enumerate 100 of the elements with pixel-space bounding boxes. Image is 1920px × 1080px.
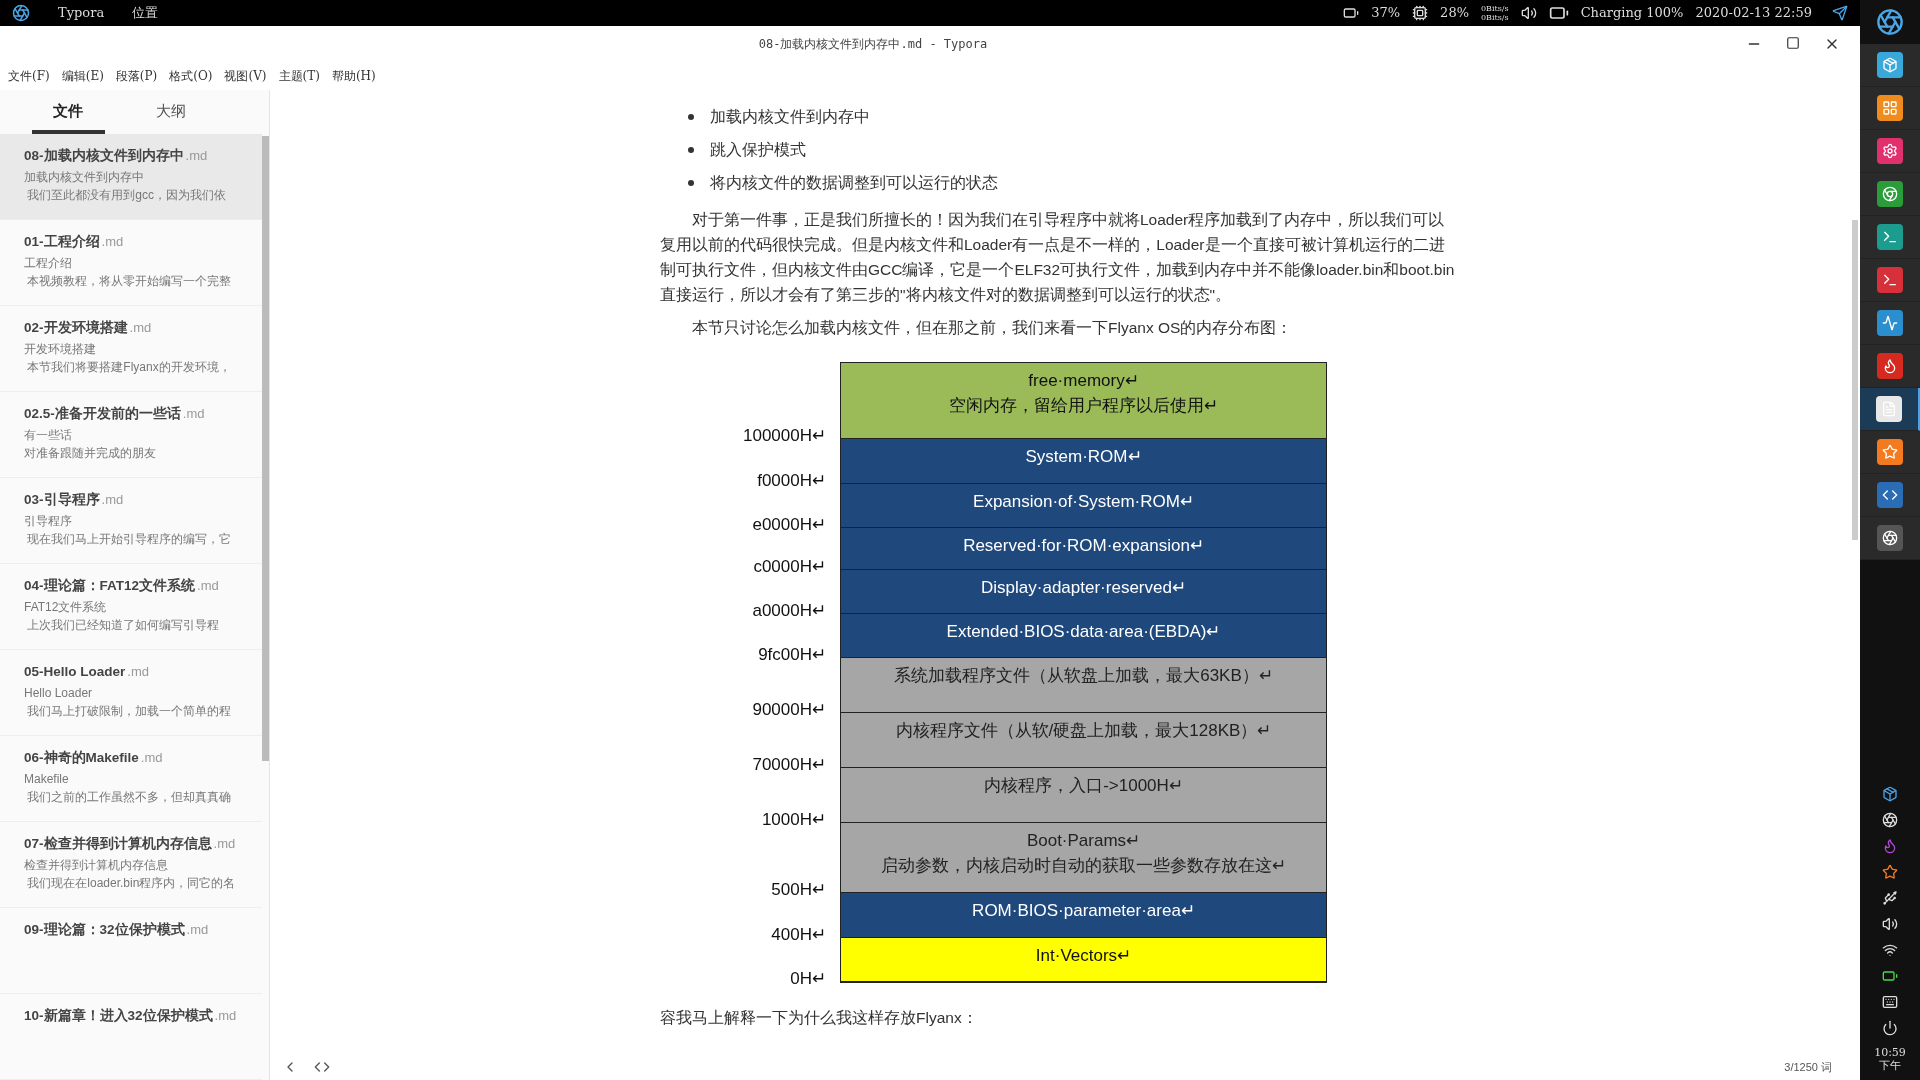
menu-item[interactable]: 编辑(E) [61, 67, 104, 85]
file-title: 06-神奇的Makefile [24, 749, 139, 767]
volume-icon[interactable] [1882, 916, 1898, 932]
dock-item[interactable] [1860, 44, 1920, 87]
file-title: 04-理论篇：FAT12文件系统 [24, 577, 196, 595]
block-label: Boot·Params↵ [1026, 830, 1141, 852]
dock-item[interactable] [1860, 517, 1920, 560]
cpu-percent: 28% [1440, 4, 1469, 23]
menu-item[interactable]: 帮助(H) [331, 67, 376, 85]
block-label: 空闲内存，留给用户程序以后使用↵ [949, 395, 1218, 417]
file-excerpt: 本节我们将要搭建Flyanx的开发环境， [26, 359, 232, 377]
terminal-icon [1877, 267, 1903, 293]
address-label: f0000H↵ [757, 470, 826, 492]
block-label: 内核程序文件（从软/硬盘上加载，最大128KB）↵ [895, 720, 1272, 742]
package-icon [1877, 52, 1903, 78]
scrollbar[interactable] [262, 136, 269, 761]
grid-icon [1877, 95, 1903, 121]
file-item[interactable]: 06-神奇的Makefile.md Makefile 我们之前的工作虽然不多，但却真真确 [0, 736, 262, 822]
file-excerpt: 上次我们已经知道了如何编写引导程 [26, 617, 221, 635]
file-extension: .md [101, 233, 124, 251]
file-title: 02-开发环境搭建 [24, 319, 128, 337]
block-label: 内核程序，入口->1000H↵ [984, 775, 1183, 797]
file-excerpt: 对准备跟随并完成的朋友 [24, 445, 157, 463]
dock-item[interactable] [1860, 431, 1920, 474]
aperture-icon [1877, 525, 1903, 551]
file-excerpt: 现在我们马上开始引导程序的编写，它 [26, 531, 233, 549]
file-extension: .md [140, 749, 163, 767]
app-name: Typora [58, 4, 105, 23]
wifi-icon[interactable] [1882, 942, 1898, 958]
file-excerpt: 本视频教程，将从零开始编写一个完整 [26, 273, 233, 291]
send-icon[interactable] [1832, 5, 1848, 21]
address-label: 400H↵ [771, 924, 826, 946]
launcher-icon[interactable] [1876, 8, 1904, 36]
block-label: Extended·BIOS·data·area·(EBDA)↵ [946, 621, 1221, 643]
file-title: 09-理论篇：32位保护模式 [24, 921, 185, 939]
list-item: 加载内核文件到内存中 [710, 107, 870, 127]
block-label: System·ROM↵ [1025, 446, 1142, 468]
menu-item[interactable]: 主题(T) [278, 67, 320, 85]
address-label: 70000H↵ [752, 754, 826, 776]
maximize-icon[interactable] [1786, 36, 1800, 50]
file-extension: .md [197, 577, 219, 595]
dock-item[interactable] [1860, 345, 1920, 388]
menu-item[interactable]: 文件(F) [8, 67, 50, 85]
tray-icon[interactable] [1882, 786, 1898, 802]
activity-icon [1877, 310, 1903, 336]
settings-icon [1877, 138, 1903, 164]
file-extension: .md [214, 1007, 237, 1025]
file-subtitle: 检查并得到计算机内存信息 [24, 857, 169, 875]
block-label: Expansion·of·System·ROM↵ [973, 491, 1194, 513]
file-item[interactable]: 09-理论篇：32位保护模式.md [0, 908, 262, 994]
file-item[interactable]: 07-检查并得到计算机内存信息.md 检查并得到计算机内存信息 我们现在在loader.bin程序内，同它的名 [0, 822, 262, 908]
source-code-icon[interactable] [314, 1059, 330, 1075]
flame-icon [1877, 353, 1903, 379]
menu-item[interactable]: 视图(V) [224, 67, 267, 85]
address-label: 1000H↵ [761, 809, 826, 831]
file-subtitle: 有一些话 [24, 427, 73, 445]
block-label: Reserved·for·ROM·expansion↵ [963, 535, 1204, 557]
block-label: 系统加载程序文件（从软盘上加载，最大63KB）↵ [894, 665, 1273, 687]
dock-item[interactable] [1860, 173, 1920, 216]
file-title: 07-检查并得到计算机内存信息 [24, 835, 212, 853]
upload-speed: 0Bits/s [1481, 4, 1509, 13]
memory-percent: 37% [1371, 4, 1401, 23]
address-label: 500H↵ [771, 879, 826, 901]
file-subtitle: 工程介绍 [24, 255, 73, 273]
scrollbar[interactable] [1852, 220, 1858, 540]
launcher-icon[interactable] [12, 4, 30, 22]
file-item[interactable]: 10-新篇章！进入32位保护模式.md [0, 994, 262, 1080]
file-subtitle: Makefile [24, 771, 70, 789]
block-label: 启动参数，内核启动时自动的获取一些参数存放在这↵ [881, 855, 1286, 877]
keyboard-icon[interactable] [1882, 994, 1898, 1010]
address-label: 90000H↵ [752, 699, 826, 721]
power-icon[interactable] [1882, 1020, 1898, 1036]
block-label: Display·adapter·reserved↵ [981, 577, 1186, 599]
cpu-icon [1412, 5, 1429, 21]
block-label: ROM·BIOS·parameter·area↵ [972, 900, 1195, 922]
dock-item[interactable] [1860, 130, 1920, 173]
tray-period: 下午 [1879, 1059, 1901, 1072]
menu-item[interactable]: 段落(P) [115, 67, 158, 85]
tray-icon[interactable] [1882, 864, 1898, 880]
code-icon [1877, 482, 1903, 508]
paragraph: 容我马上解释一下为什么我这样存放Flyanx： [660, 1008, 979, 1028]
download-speed: 0Bits/s [1481, 13, 1509, 22]
file-extension: .md [101, 491, 124, 509]
file-excerpt: 我们现在在loader.bin程序内，同它的名 [26, 875, 237, 893]
file-item[interactable]: 08-加载内核文件到内存中.md 加载内核文件到内存中 我们至此都没有用到gcc，因为我们依 [0, 134, 262, 220]
dock-item[interactable] [1860, 302, 1920, 345]
sidebar-tab[interactable]: 大纲 [134, 99, 207, 134]
places-menu[interactable]: 位置 [132, 3, 159, 23]
menu-item[interactable]: 格式(O) [169, 67, 213, 85]
usb-icon[interactable] [1882, 890, 1898, 906]
dock-item[interactable] [1860, 388, 1920, 431]
dock-item[interactable] [1860, 87, 1920, 130]
volume-icon[interactable] [1520, 5, 1537, 21]
address-label: a0000H↵ [752, 600, 826, 622]
terminal-icon [1877, 224, 1903, 250]
address-label: c0000H↵ [753, 556, 826, 578]
battery-icon[interactable] [1882, 968, 1898, 984]
file-title: 08-加载内核文件到内存中 [24, 147, 184, 165]
file-title: 05-Hello Loader [24, 663, 126, 681]
file-extension: .md [185, 147, 208, 165]
